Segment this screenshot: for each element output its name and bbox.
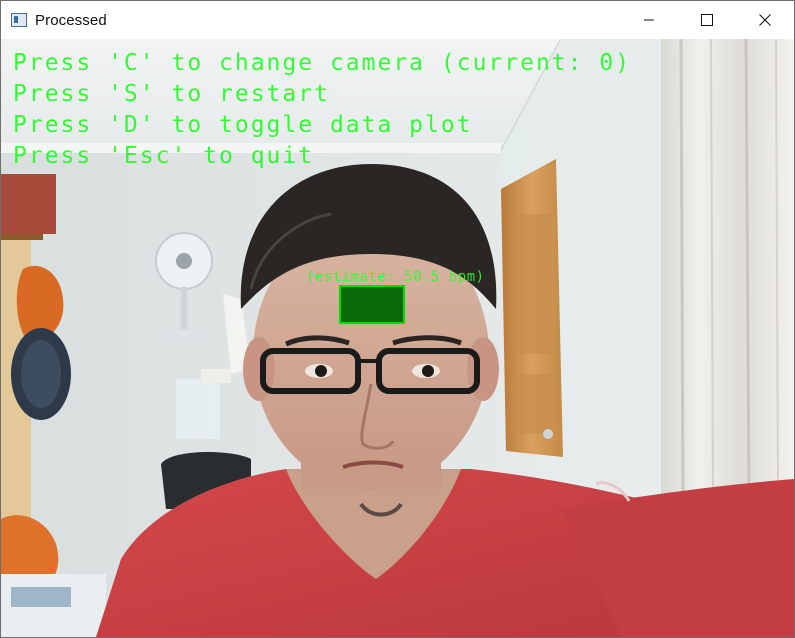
camera-feed: Press 'C' to change camera (current: 0) …	[1, 39, 794, 637]
maximize-button[interactable]	[678, 1, 736, 39]
minimize-icon	[644, 19, 654, 21]
close-button[interactable]	[736, 1, 794, 39]
minimize-button[interactable]	[620, 1, 678, 39]
window-app-icon	[11, 12, 27, 28]
overlay-instruction-line: Press 'C' to change camera (current: 0)	[13, 50, 632, 76]
overlay-instruction-line: Press 'Esc' to quit	[13, 143, 315, 169]
overlay-instruction-line: Press 'D' to toggle data plot	[13, 112, 473, 138]
overlay-instruction-line: Press 'S' to restart	[13, 81, 330, 107]
window-controls	[620, 1, 794, 39]
close-icon	[759, 14, 771, 26]
title-bar[interactable]: Processed	[1, 1, 794, 39]
bpm-estimate-label: (estimate: 50.5 bpm)	[306, 269, 485, 285]
app-window: Processed Press 'C' to change camera (cu…	[0, 0, 795, 638]
window-title: Processed	[35, 11, 107, 29]
forehead-roi-box	[339, 285, 405, 324]
maximize-icon	[701, 14, 713, 26]
